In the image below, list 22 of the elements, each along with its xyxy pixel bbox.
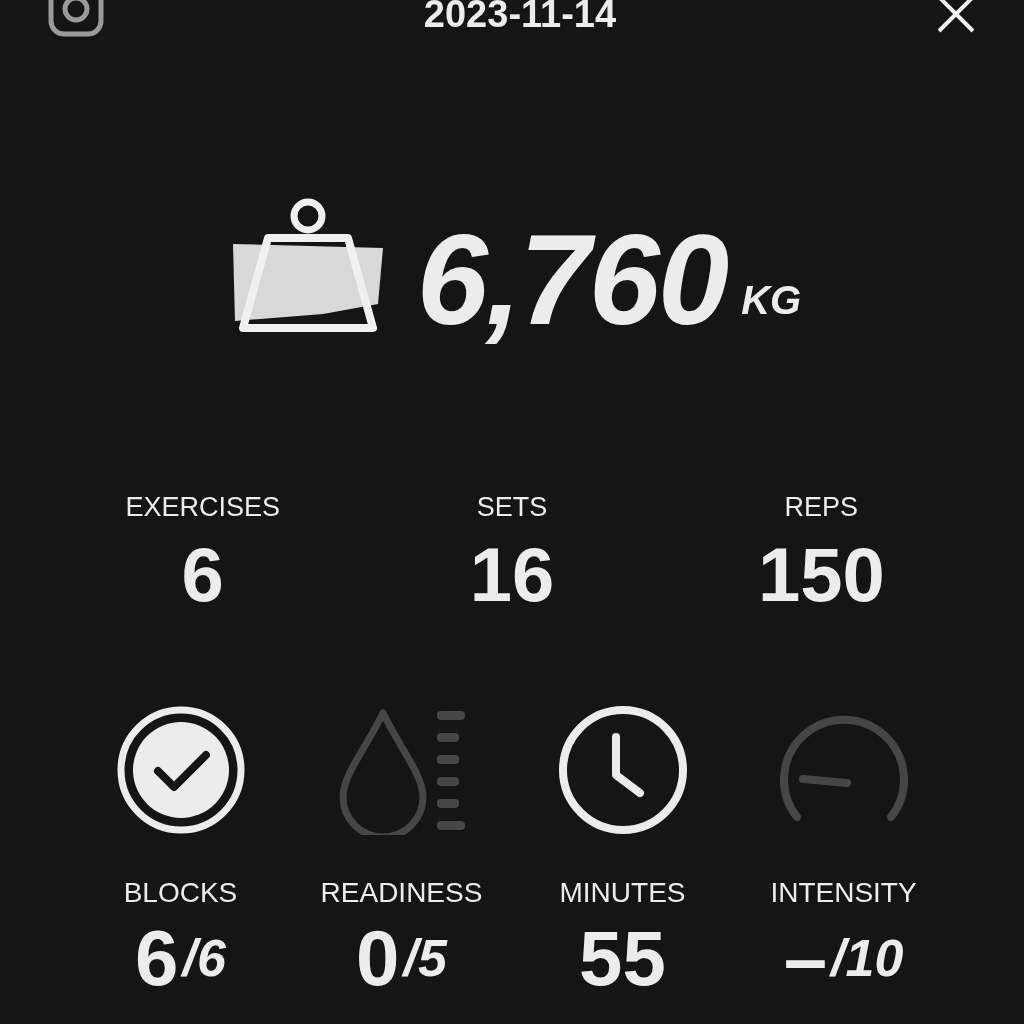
metric-total: /6 bbox=[182, 928, 226, 989]
instagram-icon[interactable] bbox=[48, 0, 104, 38]
metric-label: MINUTES bbox=[559, 879, 686, 907]
stat-label: EXERCISES bbox=[124, 494, 281, 521]
metric-value: – bbox=[783, 919, 828, 997]
metric-value: 55 bbox=[579, 919, 666, 997]
weight-unit: KG bbox=[741, 277, 802, 324]
stat-label: SETS bbox=[475, 494, 549, 521]
stat-value: 16 bbox=[468, 537, 556, 613]
stat-value: 150 bbox=[756, 537, 886, 613]
stat-label: REPS bbox=[783, 494, 860, 521]
total-weight-value: 6,760 bbox=[416, 216, 728, 344]
metric-value: 0 bbox=[356, 919, 400, 997]
metric-value: 6 bbox=[135, 919, 179, 997]
stat-value: 6 bbox=[180, 537, 225, 613]
metric-label: INTENSITY bbox=[770, 879, 917, 907]
metric-total: /10 bbox=[831, 928, 904, 989]
metric-label: READINESS bbox=[320, 879, 483, 907]
metric-total: /5 bbox=[403, 928, 447, 989]
close-icon[interactable] bbox=[936, 0, 976, 34]
metric-label: BLOCKS bbox=[123, 879, 238, 907]
date-title: 2023-11-14 bbox=[423, 0, 617, 36]
